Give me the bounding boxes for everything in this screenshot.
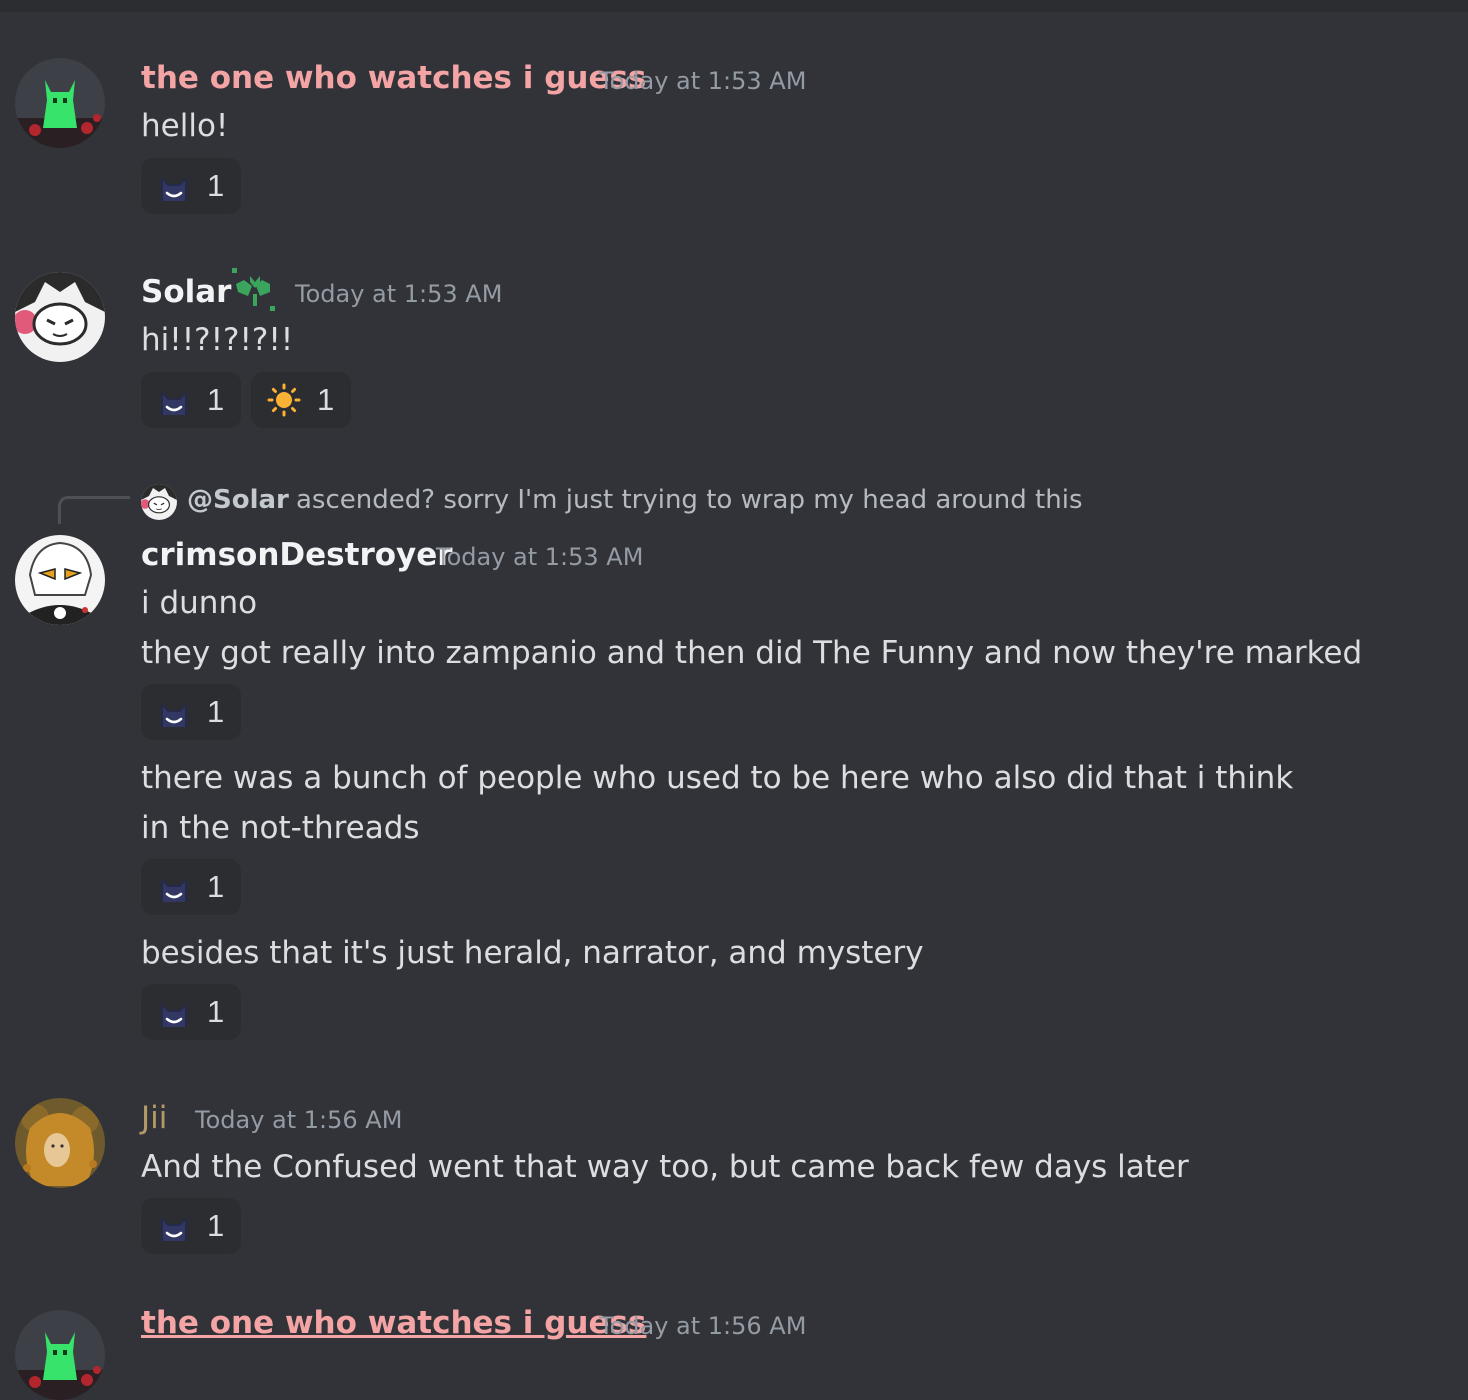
reaction-button[interactable]: 1 bbox=[141, 372, 241, 428]
dark-cat-emoji-icon bbox=[157, 995, 191, 1029]
author-name[interactable]: the one who watches i guess bbox=[141, 63, 646, 94]
timestamp: Today at 1:53 AM bbox=[436, 543, 644, 571]
top-bar bbox=[0, 0, 1468, 12]
dark-cat-emoji-icon bbox=[157, 1209, 191, 1243]
white-haired-character-avatar-icon bbox=[15, 535, 105, 625]
reply-avatar[interactable] bbox=[141, 484, 177, 520]
reaction-count: 1 bbox=[207, 1208, 225, 1243]
timestamp: Today at 1:53 AM bbox=[599, 67, 807, 95]
dark-cat-emoji-icon bbox=[157, 383, 191, 417]
golden-haired-portrait-avatar-icon bbox=[15, 1098, 105, 1188]
reaction-count: 1 bbox=[207, 994, 225, 1029]
message-text: hi!!?!?!?!! bbox=[141, 322, 294, 358]
message-text: they got really into zampanio and then d… bbox=[141, 635, 1363, 671]
green-sprout-badge-icon bbox=[232, 268, 275, 311]
reaction-count: 1 bbox=[207, 382, 225, 417]
timestamp: Today at 1:53 AM bbox=[295, 280, 503, 308]
dark-cat-emoji-icon bbox=[157, 695, 191, 729]
reaction-count: 1 bbox=[317, 382, 335, 417]
white-cat-mask-avatar-icon bbox=[141, 484, 177, 520]
reaction-button[interactable]: 1 bbox=[141, 1198, 241, 1254]
reply-connector bbox=[58, 496, 130, 524]
dark-cat-emoji-icon bbox=[157, 169, 191, 203]
message-text: i dunno bbox=[141, 585, 258, 621]
sun-emoji-icon bbox=[267, 383, 301, 417]
reply-preview-text[interactable]: ascended? sorry I'm just trying to wrap … bbox=[296, 487, 1083, 513]
timestamp: Today at 1:56 AM bbox=[195, 1106, 403, 1134]
message-text: And the Confused went that way too, but … bbox=[141, 1149, 1189, 1185]
avatar[interactable] bbox=[15, 272, 105, 362]
message-text: in the not-threads bbox=[141, 810, 420, 846]
white-cat-mask-avatar-icon bbox=[15, 272, 105, 362]
dark-cat-emoji-icon bbox=[157, 870, 191, 904]
avatar[interactable] bbox=[15, 58, 105, 148]
author-name[interactable]: Solar bbox=[141, 277, 231, 308]
reaction-button[interactable]: 1 bbox=[141, 684, 241, 740]
author-name[interactable]: the one who watches i guess bbox=[141, 1308, 646, 1339]
reply-author[interactable]: @Solar bbox=[187, 487, 289, 513]
timestamp: Today at 1:56 AM bbox=[599, 1312, 807, 1340]
avatar[interactable] bbox=[15, 1310, 105, 1400]
green-creature-avatar-icon bbox=[15, 1310, 105, 1400]
reaction-count: 1 bbox=[207, 869, 225, 904]
message-text: hello! bbox=[141, 108, 229, 144]
reaction-button[interactable]: 1 bbox=[141, 859, 241, 915]
message-text: besides that it's just herald, narrator,… bbox=[141, 935, 924, 971]
avatar[interactable] bbox=[15, 535, 105, 625]
message-text: there was a bunch of people who used to … bbox=[141, 760, 1294, 796]
reaction-count: 1 bbox=[207, 694, 225, 729]
author-name[interactable]: Jii bbox=[141, 1103, 167, 1134]
reaction-button[interactable]: 1 bbox=[251, 372, 351, 428]
green-creature-avatar-icon bbox=[15, 58, 105, 148]
author-name[interactable]: crimsonDestroyer bbox=[141, 540, 453, 571]
reaction-button[interactable]: 1 bbox=[141, 984, 241, 1040]
reaction-button[interactable]: 1 bbox=[141, 158, 241, 214]
reaction-count: 1 bbox=[207, 168, 225, 203]
avatar[interactable] bbox=[15, 1098, 105, 1188]
